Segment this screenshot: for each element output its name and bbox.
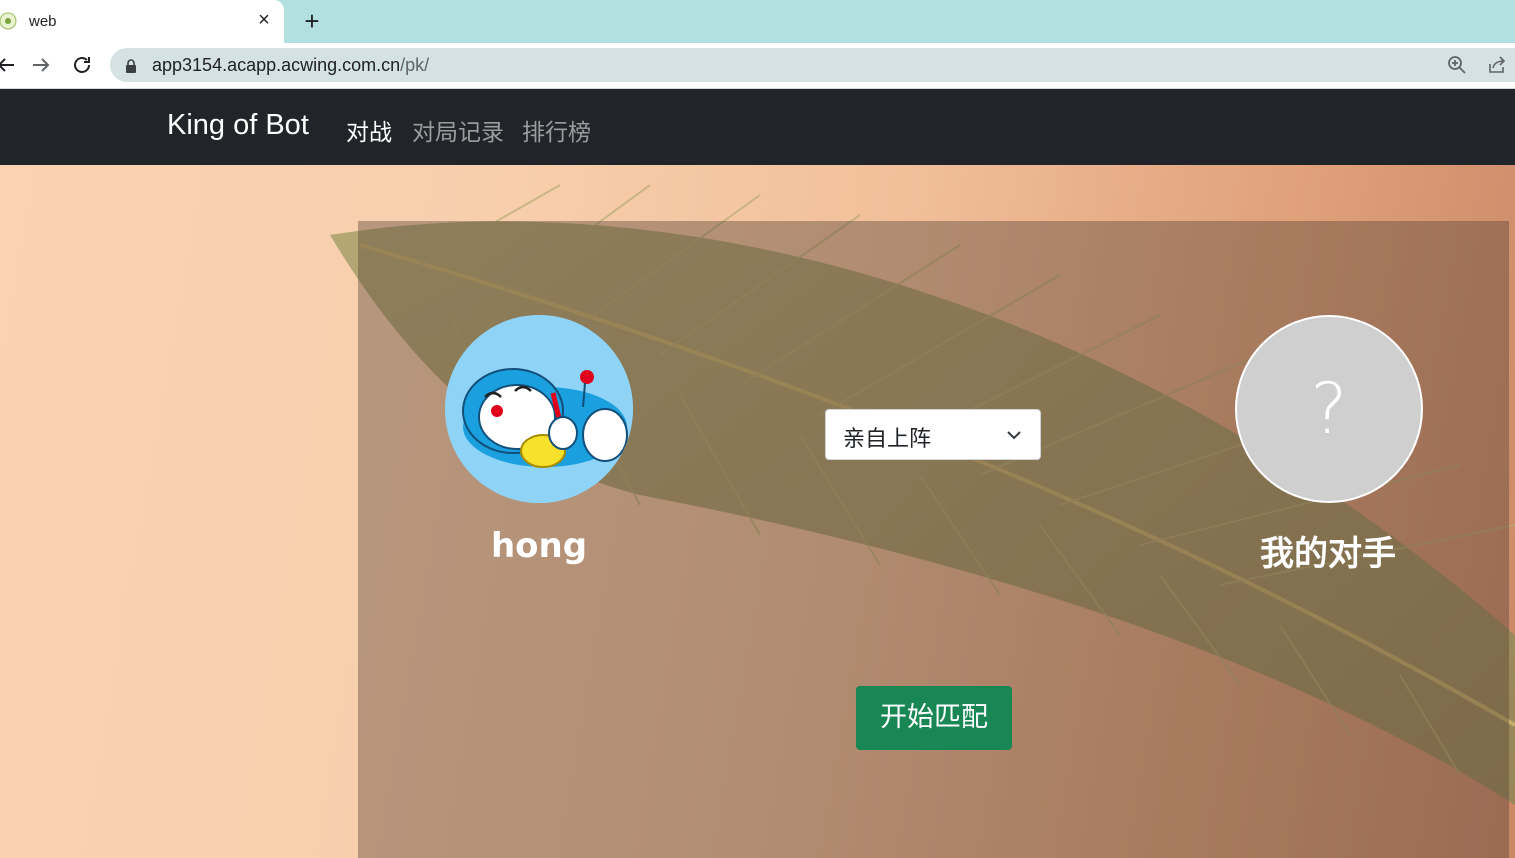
forward-icon[interactable]	[29, 53, 53, 77]
nav-link-records[interactable]: 对局记录	[412, 113, 504, 147]
chevron-down-icon	[1007, 431, 1021, 440]
new-tab-icon[interactable]: +	[300, 8, 324, 34]
nav-link-ranklist[interactable]: 排行榜	[522, 113, 591, 147]
browser-tab[interactable]: web ×	[0, 0, 284, 43]
my-name: hong	[490, 526, 588, 566]
browser-toolbar: app3154.acapp.acwing.com.cn/pk/	[0, 43, 1515, 89]
opponent-avatar: ?	[1235, 315, 1423, 503]
bot-mode-select[interactable]: 亲自上阵	[825, 409, 1041, 460]
reload-icon[interactable]	[70, 53, 94, 77]
bot-mode-selected: 亲自上阵	[843, 427, 932, 452]
match-card: hong 亲自上阵 ? 我的对手 开始匹配	[358, 221, 1509, 858]
zoom-icon[interactable]	[1447, 55, 1467, 75]
start-match-button[interactable]: 开始匹配	[856, 686, 1012, 750]
lock-icon	[126, 59, 136, 73]
address-bar[interactable]: app3154.acapp.acwing.com.cn/pk/	[110, 48, 1515, 82]
favicon-icon	[0, 12, 17, 30]
back-icon[interactable]	[0, 53, 18, 77]
nav-link-pk[interactable]: 对战	[346, 113, 392, 147]
question-mark-icon: ?	[1310, 368, 1348, 450]
page-background: hong 亲自上阵 ? 我的对手 开始匹配	[0, 165, 1515, 858]
browser-tabstrip: web × +	[0, 0, 1515, 43]
tab-title: web	[29, 13, 57, 30]
brand-link[interactable]: King of Bot	[167, 109, 309, 142]
app-navbar: King of Bot 对战 对局记录 排行榜	[0, 89, 1515, 165]
my-avatar	[445, 315, 633, 503]
opponent-name: 我的对手	[1260, 534, 1396, 574]
doraemon-avatar-icon	[445, 315, 633, 503]
url-text: app3154.acapp.acwing.com.cn/pk/	[152, 55, 430, 75]
close-tab-icon[interactable]: ×	[253, 9, 275, 31]
share-icon[interactable]	[1487, 55, 1507, 75]
